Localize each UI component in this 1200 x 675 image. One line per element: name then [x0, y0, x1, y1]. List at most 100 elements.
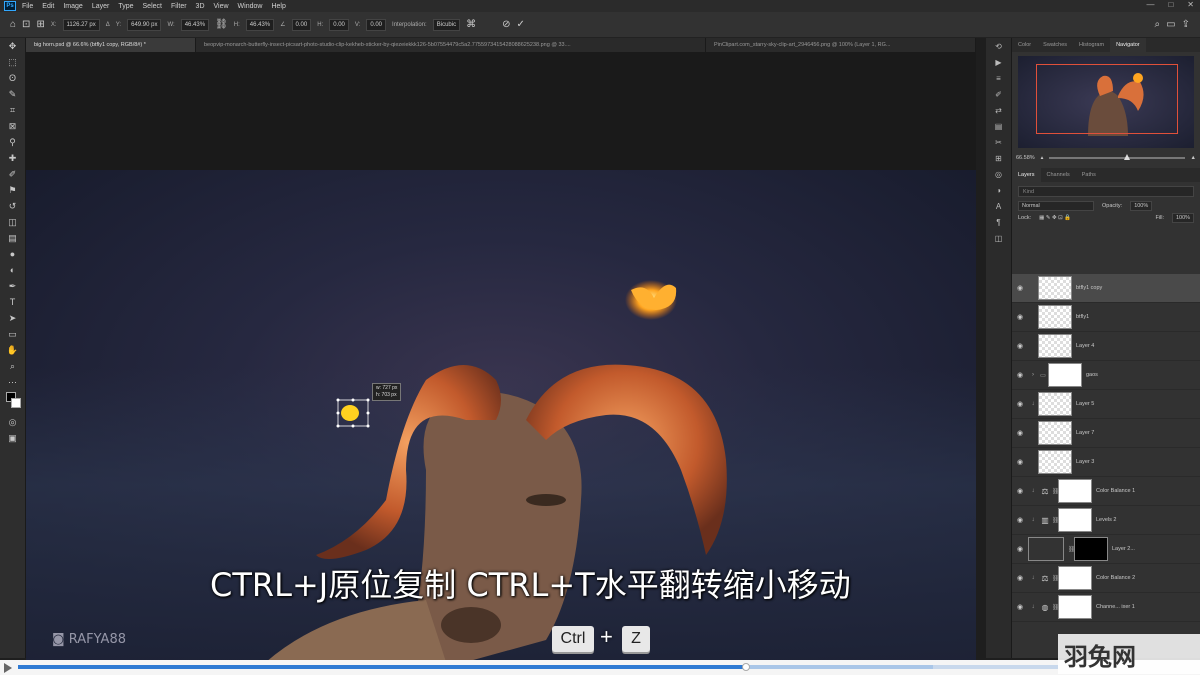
menu-edit[interactable]: Edit: [42, 3, 54, 10]
layer-name[interactable]: Layer 7: [1076, 430, 1094, 436]
eye-icon[interactable]: ◉: [1012, 603, 1028, 611]
lock-icons[interactable]: ▦ ✎ ✥ ⊡ 🔒: [1039, 215, 1071, 221]
menu-layer[interactable]: Layer: [92, 3, 110, 10]
quick-select-tool-icon[interactable]: ✎: [0, 86, 25, 102]
more-tools-icon[interactable]: ⋯: [0, 374, 25, 390]
paragraph-panel-icon[interactable]: ¶: [986, 214, 1011, 230]
transform-tool-icon[interactable]: ⊡: [22, 19, 30, 30]
screen-mode-icon[interactable]: ▣: [0, 430, 25, 446]
layer-name[interactable]: btfly1 copy: [1076, 285, 1102, 291]
glyphs-panel-icon[interactable]: ◫: [986, 230, 1011, 246]
zoom-out-icon[interactable]: ▴: [1041, 155, 1044, 161]
layer-name[interactable]: Layer 2...: [1112, 546, 1135, 552]
navigator-view-box[interactable]: [1036, 64, 1178, 134]
commit-transform-icon[interactable]: ✓: [516, 19, 524, 30]
eye-icon[interactable]: ◉: [1012, 516, 1028, 524]
actions-panel-icon[interactable]: ▶: [986, 54, 1011, 70]
menu-window[interactable]: Window: [238, 3, 263, 10]
crop-tool-icon[interactable]: ⌗: [0, 102, 25, 118]
tab-paths[interactable]: Paths: [1076, 168, 1102, 182]
layer-row[interactable]: ◉ ⛓ Layer 2...: [1012, 535, 1200, 564]
history-brush-icon[interactable]: ↺: [0, 198, 25, 214]
close-icon[interactable]: ✕: [1187, 0, 1194, 9]
interpolation-select[interactable]: Bicubic: [432, 18, 461, 31]
layer-name[interactable]: Channe... ixer 1: [1096, 604, 1135, 610]
pen-tool-icon[interactable]: ✒: [0, 278, 25, 294]
layer-row[interactable]: ◉ btfly1: [1012, 303, 1200, 332]
tab-big-horn[interactable]: big horn.psd @ 66.6% (btfly1 copy, RGB/8…: [26, 38, 196, 52]
character-panel-icon[interactable]: A: [986, 198, 1011, 214]
menu-image[interactable]: Image: [63, 3, 82, 10]
x-field[interactable]: 1126.27 px: [62, 18, 100, 31]
workspace-icon[interactable]: ▭: [1166, 19, 1175, 30]
shape-tool-icon[interactable]: ▭: [0, 326, 25, 342]
fill-field[interactable]: 100%: [1172, 213, 1194, 223]
home-icon[interactable]: ⌂: [10, 19, 16, 30]
layer-name[interactable]: btfly1: [1076, 314, 1089, 320]
v-skew-field[interactable]: 0.00: [366, 18, 387, 31]
maximize-icon[interactable]: □: [1168, 0, 1173, 9]
tab-layers[interactable]: Layers: [1012, 168, 1041, 182]
eye-icon[interactable]: ◉: [1012, 574, 1028, 582]
stamp-tool-icon[interactable]: ⚑: [0, 182, 25, 198]
eye-icon[interactable]: ◉: [1012, 313, 1028, 321]
adjustment-layer-row[interactable]: ◉ ↓ ▥ ⛓ Levels 2: [1012, 506, 1200, 535]
dodge-tool-icon[interactable]: ◐: [0, 262, 25, 278]
progress-track[interactable]: [18, 663, 1058, 671]
video-progress-bar[interactable]: [0, 660, 1200, 675]
blend-mode-select[interactable]: Normal: [1018, 201, 1094, 211]
move-tool-icon[interactable]: ✥: [0, 38, 25, 54]
group-chevron-icon[interactable]: ›: [1028, 372, 1038, 378]
tab-starry-sky[interactable]: PinClipart.com_starry-sky-clip-art_29464…: [706, 38, 976, 52]
adjustments-panel-icon[interactable]: ⇄: [986, 102, 1011, 118]
link-icon[interactable]: ⛓: [215, 19, 228, 30]
libraries-panel-icon[interactable]: ▤: [986, 118, 1011, 134]
layer-row[interactable]: ◉ Layer 4: [1012, 332, 1200, 361]
tab-color[interactable]: Color: [1012, 38, 1037, 52]
eye-icon[interactable]: ◉: [1012, 371, 1028, 379]
layer-row[interactable]: ◉ ↓ Layer 5: [1012, 390, 1200, 419]
layer-name[interactable]: Layer 4: [1076, 343, 1094, 349]
tab-channels[interactable]: Channels: [1041, 168, 1076, 182]
history-panel-icon[interactable]: ⟲: [986, 38, 1011, 54]
background-color[interactable]: [11, 398, 21, 408]
frame-tool-icon[interactable]: ⊠: [0, 118, 25, 134]
layer-comps-icon[interactable]: ⊞: [986, 150, 1011, 166]
menu-view[interactable]: View: [214, 3, 229, 10]
y-field[interactable]: 649.90 px: [127, 18, 162, 31]
zoom-slider-knob[interactable]: [1123, 154, 1130, 160]
layer-group-row[interactable]: ◉ › ▭ gaos: [1012, 361, 1200, 390]
layer-row[interactable]: ◉ Layer 7: [1012, 419, 1200, 448]
lasso-tool-icon[interactable]: ʘ: [0, 70, 25, 86]
color-swatches[interactable]: [0, 390, 25, 414]
navigator-thumbnail[interactable]: [1018, 56, 1194, 148]
reference-point-icon[interactable]: ⊞: [36, 19, 44, 30]
share-icon[interactable]: ⇪: [1182, 19, 1190, 30]
adjustment-layer-row[interactable]: ◉ ↓ ⚖ ⛓ Color Balance 1: [1012, 477, 1200, 506]
menu-help[interactable]: Help: [271, 3, 285, 10]
layer-name[interactable]: Levels 2: [1096, 517, 1117, 523]
quick-mask-icon[interactable]: ◎: [0, 414, 25, 430]
zoom-slider[interactable]: [1049, 154, 1185, 160]
layer-row[interactable]: ◉ btfly1 copy: [1012, 274, 1200, 303]
layer-name[interactable]: gaos: [1086, 372, 1098, 378]
menu-select[interactable]: Select: [143, 3, 162, 10]
properties-panel-icon[interactable]: ≡: [986, 70, 1011, 86]
search-icon[interactable]: ⌕: [1155, 19, 1161, 30]
menu-filter[interactable]: Filter: [171, 3, 187, 10]
menu-type[interactable]: Type: [118, 3, 133, 10]
type-tool-icon[interactable]: T: [0, 294, 25, 310]
eye-icon[interactable]: ◉: [1012, 429, 1028, 437]
cancel-transform-icon[interactable]: ⊘: [502, 19, 510, 30]
brush-panel-icon[interactable]: ✐: [986, 86, 1011, 102]
eye-icon[interactable]: ◉: [1012, 545, 1028, 553]
eye-icon[interactable]: ◉: [1012, 487, 1028, 495]
marquee-tool-icon[interactable]: ⬚: [0, 54, 25, 70]
zoom-in-icon[interactable]: ▲: [1191, 155, 1196, 161]
eraser-tool-icon[interactable]: ◫: [0, 214, 25, 230]
hand-tool-icon[interactable]: ✋: [0, 342, 25, 358]
navigator-zoom-value[interactable]: 66.58%: [1016, 155, 1035, 161]
layer-name[interactable]: Color Balance 1: [1096, 488, 1135, 494]
progress-knob[interactable]: [742, 663, 750, 671]
menu-file[interactable]: File: [22, 3, 33, 10]
